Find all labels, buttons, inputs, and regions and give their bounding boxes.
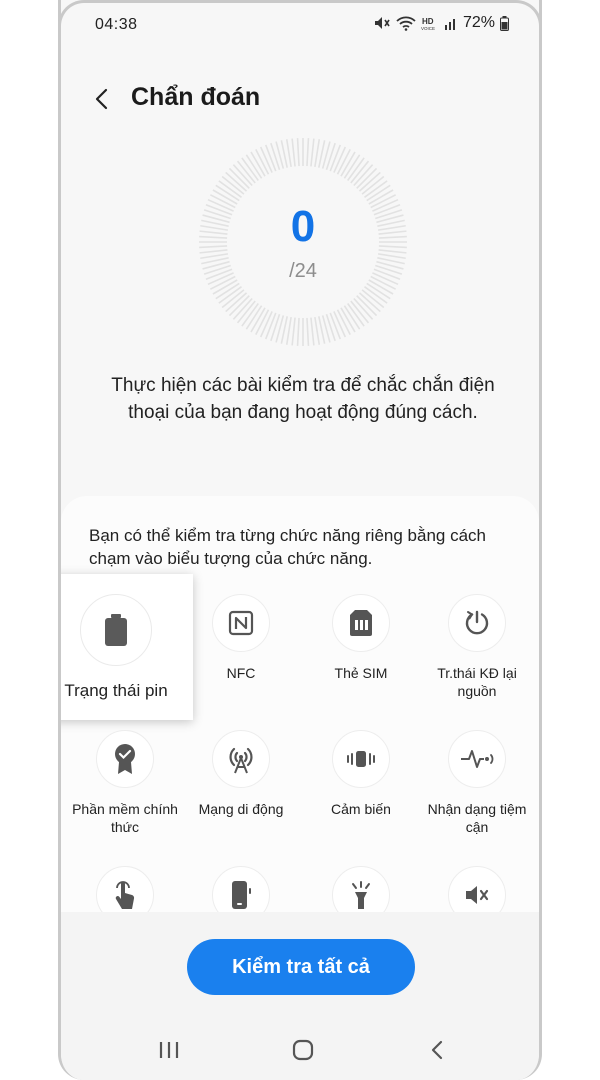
test-label: Trạng thái pin (64, 681, 168, 700)
svg-text:VOICE: VOICE (421, 26, 435, 31)
recent-apps-button[interactable] (149, 1032, 189, 1068)
proximity-icon (448, 730, 506, 788)
test-label: Cảm biến (331, 801, 391, 817)
chevron-left-icon (95, 88, 108, 110)
battery-icon (80, 594, 152, 666)
recent-apps-icon (159, 1042, 179, 1058)
test-label: Tr.thái KĐ lại nguồn (437, 665, 517, 699)
page-title: Chẩn đoán (131, 83, 261, 111)
progress-gauge: 0 /24 (197, 136, 409, 348)
test-all-button[interactable]: Kiểm tra tất cả (187, 939, 415, 995)
vibration-sensor-icon (332, 730, 390, 788)
chevron-left-icon (431, 1040, 443, 1060)
score-total: /24 (289, 260, 317, 282)
phone-screen: 04:38 HD VOICE 72% Chẩn đoán 0 /24 Thực … (58, 0, 542, 1080)
battery-percent: 72% (462, 14, 495, 31)
test-label: Mạng di động (198, 801, 284, 817)
svg-text:HD: HD (422, 17, 434, 26)
test-restart-status[interactable]: Tr.thái KĐ lại nguồn (419, 594, 535, 700)
restart-icon (448, 594, 506, 652)
card-description: Bạn có thể kiểm tra từng chức năng riêng… (89, 526, 486, 568)
test-proximity[interactable]: Nhận dạng tiệm cận (419, 730, 535, 836)
score-value: 0 (290, 202, 316, 251)
test-mobile-network[interactable]: Mạng di động (183, 730, 299, 818)
nfc-icon (212, 594, 270, 652)
certified-badge-icon (96, 730, 154, 788)
back-button[interactable] (87, 84, 117, 114)
test-nfc[interactable]: NFC (183, 594, 299, 682)
app-header: Chẩn đoán (61, 70, 539, 130)
wifi-icon (396, 15, 416, 31)
battery-status-icon (500, 15, 509, 31)
hd-voice-icon: HD VOICE (421, 15, 439, 31)
test-label: Thẻ SIM (334, 665, 388, 681)
intro-text: Thực hiện các bài kiểm tra để chắc chắn … (111, 375, 495, 423)
status-bar: 04:38 HD VOICE 72% (61, 0, 539, 48)
cell-tower-icon (212, 730, 270, 788)
test-label: NFC (226, 665, 256, 681)
home-icon (292, 1039, 314, 1061)
signal-icon (444, 16, 458, 30)
status-icons: HD VOICE 72% (373, 14, 509, 32)
nav-back-button[interactable] (417, 1032, 457, 1068)
test-sensor[interactable]: Cảm biến (303, 730, 419, 818)
status-time: 04:38 (95, 16, 138, 33)
test-label: Phần mềm chính thức (72, 801, 178, 835)
test-battery-status[interactable]: Trạng thái pin (61, 574, 193, 720)
bottom-action-area: Kiểm tra tất cả (61, 912, 539, 1080)
home-button[interactable] (283, 1032, 323, 1068)
navigation-bar (61, 1032, 539, 1068)
mute-icon (373, 15, 391, 31)
sim-card-icon (332, 594, 390, 652)
test-sim-card[interactable]: Thẻ SIM (303, 594, 419, 682)
test-official-software[interactable]: Phần mềm chính thức (67, 730, 183, 836)
test-label: Nhận dạng tiệm cận (427, 801, 527, 835)
